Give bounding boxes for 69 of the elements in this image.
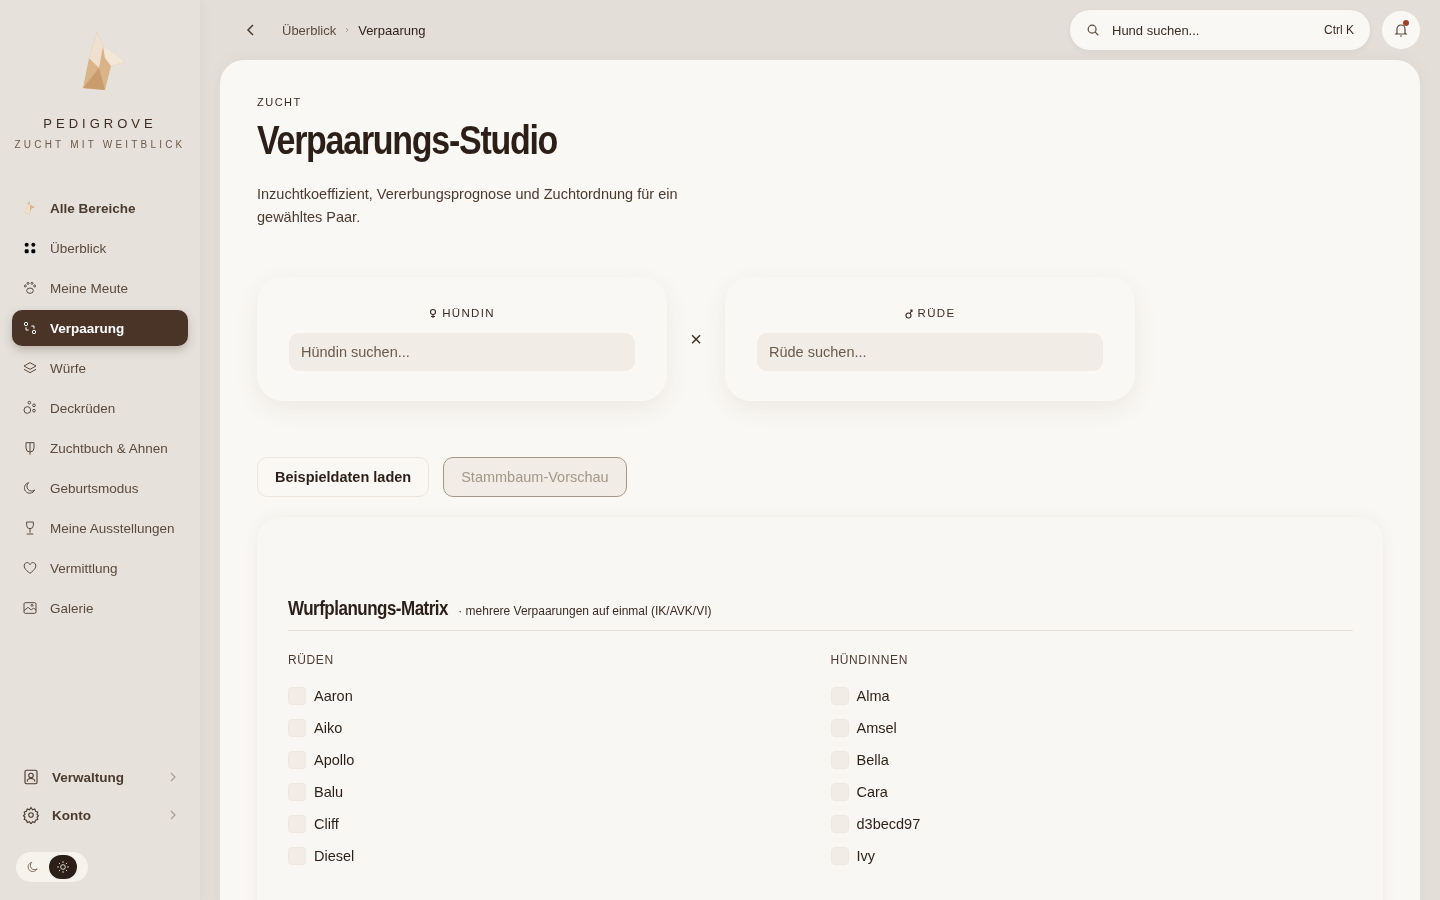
nav-group[interactable]: Konto [12,796,188,834]
female-label: HÜNDIN [429,307,495,319]
nav-group-label: Verwaltung [52,769,125,785]
male-symbol-icon [904,307,913,319]
cross-sign: × [689,327,703,351]
male-search-field[interactable]: Rüde suchen... [757,333,1103,371]
nav-item[interactable]: Meine Ausstellungen [12,510,188,546]
dog-name: Aiko [314,720,343,736]
nav-group[interactable]: Verwaltung [12,758,188,796]
brand-name: PEDIGROVE [43,116,157,131]
search-field[interactable]: Hund suchen... Ctrl K [1070,10,1370,50]
dog-name: Balu [314,784,344,800]
nav-group-label: Konto [52,807,92,823]
nav-item[interactable]: Geburtsmodus [12,470,188,506]
female-search-field[interactable]: Hündin suchen... [289,333,635,371]
breadcrumb-link[interactable]: Verpaarung [358,22,426,38]
dog-name: Bella [856,752,889,768]
dots-icon [22,400,38,416]
column-heading: RÜDEN [288,653,335,667]
moon-icon [26,860,40,874]
column-heading: HÜNDINNEN [830,653,909,667]
page-eyebrow: ZUCHT [257,96,303,108]
chevron-right-icon [344,27,351,33]
bell-icon [1393,22,1409,38]
nav-item[interactable]: Deckrüden [12,390,188,426]
nav-item[interactable]: Verpaarung [12,310,188,346]
nav-item[interactable]: Überblick [12,230,188,266]
settings-icon [22,806,40,824]
matrix-title: Wurfplanungs-Matrix [288,597,448,620]
dog-name: Apollo [314,752,355,768]
matrix-subtitle: · mehrere Verpaarungen auf einmal (IK/AVK/VI) [458,604,712,618]
dog-name: Cliff [314,816,339,832]
search-icon [1086,23,1100,37]
grid-icon [22,240,38,256]
dog-name: Ivy [856,848,876,864]
dog-name: Aaron [314,688,353,704]
paw-icon [22,280,38,296]
dog-name: d3becd97 [856,816,921,832]
brand-tagline: ZUCHT MIT WEITBLICK [14,139,186,150]
nav-item[interactable]: Meine Meute [12,270,188,306]
nav-item[interactable]: Galerie [12,590,188,626]
notifications-button[interactable] [1382,11,1420,49]
light-mode-button[interactable] [49,855,77,879]
book-icon [22,440,38,456]
search-input[interactable]: Hund suchen... [1110,21,1314,39]
dog-name: Diesel [314,848,355,864]
badge-icon [22,768,40,786]
nav-item[interactable]: Würfe [12,350,188,386]
female-symbol-icon [429,307,438,319]
heart-icon [22,560,38,576]
dog-name: Amsel [856,720,897,736]
nav-item[interactable]: Zuchtbuch & Ahnen [12,430,188,466]
nav-item[interactable]: Vermittlung [12,550,188,586]
chevron-right-icon [168,810,178,820]
layers-icon [22,360,38,376]
action-button[interactable]: Beispieldaten laden [257,457,430,497]
page-title: Verpaarungs-Studio [257,118,558,163]
page-description: Inzuchtkoeffizient, Vererbungsprognose und Zuchtordnung für ein gewähltes Paar. [257,185,679,227]
moon-icon [22,480,38,496]
dog-name: Cara [856,784,888,800]
pairing-icon [22,320,38,336]
chevron-right-icon [168,772,178,782]
nav-item[interactable]: Alle Bereiche [12,190,188,226]
breadcrumb-link[interactable]: Überblick [282,22,337,38]
dog-name: Alma [856,688,890,704]
image-icon [22,600,38,616]
shortcut-hint: Ctrl K [1324,23,1354,37]
sun-icon [56,860,70,874]
male-label: RÜDE [904,307,956,319]
